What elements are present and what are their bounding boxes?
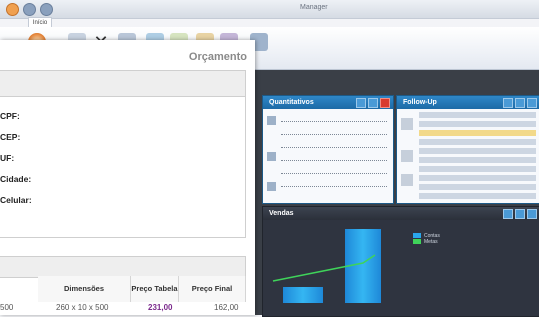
followup-row[interactable] xyxy=(419,184,536,190)
title-bar: Manager xyxy=(0,0,539,19)
panel-pin-icon[interactable] xyxy=(356,98,366,108)
form-title: Orçamento xyxy=(188,51,247,63)
preco-tabela-cell: 231,00 xyxy=(148,303,173,312)
forward-icon[interactable] xyxy=(40,3,53,16)
chart-line-svg xyxy=(272,254,376,282)
quantity-cell: 500 xyxy=(0,303,14,312)
panel-close-icon[interactable] xyxy=(527,98,537,108)
quantitativos-panel: Quantitativos xyxy=(262,95,394,204)
list-item[interactable] xyxy=(281,164,387,174)
followup-row[interactable] xyxy=(419,157,536,163)
box-icon xyxy=(267,182,276,191)
chart-legend: Contas Metas xyxy=(413,233,440,245)
followup-row[interactable] xyxy=(419,148,536,154)
sales-chart-panel: Vendas Contas Metas xyxy=(262,206,539,317)
follow-up-panel: Follow-Up xyxy=(396,95,539,204)
cep-label: CEP: xyxy=(0,132,21,142)
followup-row[interactable] xyxy=(419,139,536,145)
list-item[interactable] xyxy=(281,151,387,161)
preco-final-header[interactable]: Preço Final xyxy=(179,276,246,302)
follow-up-title: Follow-Up xyxy=(403,99,437,106)
task-icon xyxy=(401,174,413,186)
cidade-label: Cidade: xyxy=(0,174,32,184)
quick-access-toolbar xyxy=(6,3,53,16)
preco-tabela-header[interactable]: Preço Tabela xyxy=(131,276,179,302)
legend-swatch xyxy=(413,233,421,239)
orcamento-form-window: Orçamento CPF: CEP: UF: Cidade: Celular:… xyxy=(0,40,255,315)
document-icon xyxy=(267,116,276,125)
items-section-header xyxy=(0,256,246,278)
followup-row[interactable] xyxy=(419,121,536,127)
followup-row-highlighted[interactable] xyxy=(419,130,536,136)
uf-label: UF: xyxy=(0,153,15,163)
window-title: Manager xyxy=(300,4,328,11)
legend-label: Metas xyxy=(424,239,438,245)
followup-row[interactable] xyxy=(419,193,536,199)
series-line xyxy=(272,254,376,282)
cpf-label: CPF: xyxy=(0,111,20,121)
panel-refresh-icon[interactable] xyxy=(368,98,378,108)
followup-row[interactable] xyxy=(419,166,536,172)
quantitativos-header: Quantitativos xyxy=(263,96,393,109)
back-icon[interactable] xyxy=(23,3,36,16)
followup-row[interactable] xyxy=(419,112,536,118)
task-icon xyxy=(401,150,413,162)
app-menu-icon[interactable] xyxy=(6,3,19,16)
list-item[interactable] xyxy=(281,177,387,187)
task-icon xyxy=(401,118,413,130)
calendar-icon xyxy=(267,152,276,161)
list-item[interactable] xyxy=(281,112,387,122)
list-item[interactable] xyxy=(281,138,387,148)
dimensoes-header[interactable]: Dimensões xyxy=(38,276,131,302)
client-section-header xyxy=(0,70,246,97)
followup-row[interactable] xyxy=(419,175,536,181)
panel-refresh-icon[interactable] xyxy=(515,98,525,108)
celular-label: Celular: xyxy=(0,195,32,205)
client-fields: CPF: CEP: UF: Cidade: Celular: xyxy=(0,96,246,238)
preco-final-cell: 162,00 xyxy=(214,303,239,312)
panel-close-icon[interactable] xyxy=(380,98,390,108)
dimensoes-cell: 260 x 10 x 500 xyxy=(56,303,109,312)
follow-up-header: Follow-Up xyxy=(397,96,539,109)
list-item[interactable] xyxy=(281,125,387,135)
legend-item: Metas xyxy=(413,239,440,245)
legend-swatch xyxy=(413,239,421,245)
quantitativos-title: Quantitativos xyxy=(269,99,314,106)
panel-pin-icon[interactable] xyxy=(503,98,513,108)
